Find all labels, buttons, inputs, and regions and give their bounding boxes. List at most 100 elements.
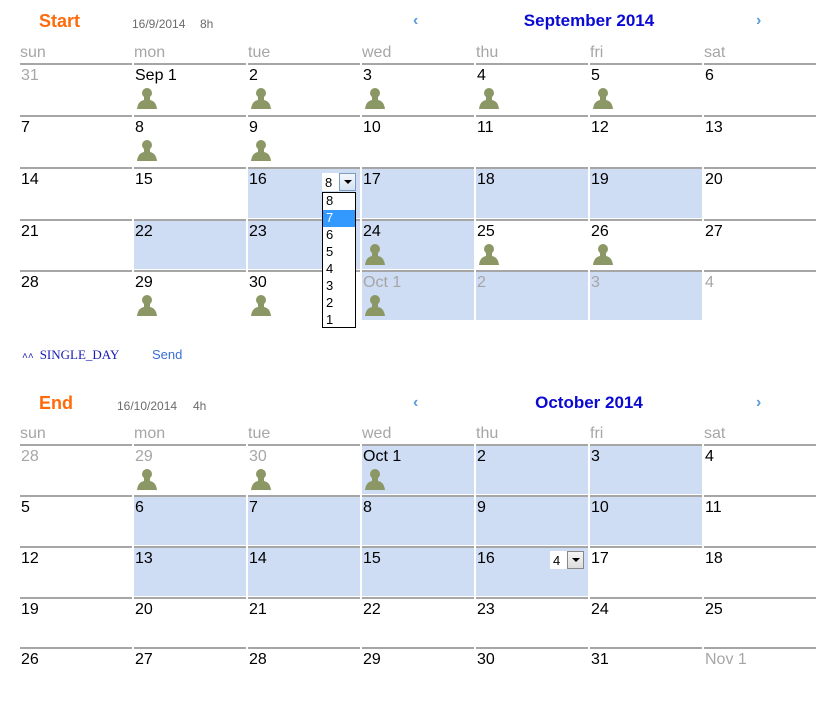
day-cell[interactable]: 3 <box>590 444 702 494</box>
day-cell[interactable]: 28 <box>20 444 132 494</box>
day-cell[interactable]: 28 <box>248 647 360 696</box>
day-cell[interactable]: 4 <box>704 444 816 494</box>
day-cell[interactable]: 13 <box>134 546 246 596</box>
day-cell[interactable]: 15 <box>362 546 474 596</box>
day-cell[interactable]: 5 <box>20 495 132 545</box>
day-cell[interactable]: 27 <box>134 647 246 696</box>
day-cell[interactable]: 27 <box>704 219 816 269</box>
day-cell[interactable]: 12 <box>20 546 132 596</box>
day-cell[interactable]: 29 <box>134 444 246 494</box>
day-cell[interactable]: 17 <box>362 167 474 218</box>
day-number: 30 <box>249 274 267 291</box>
day-cell[interactable]: 7 <box>248 495 360 545</box>
day-number: 9 <box>249 119 258 136</box>
day-cell[interactable]: 6 <box>134 495 246 545</box>
day-cell[interactable]: 30 <box>248 444 360 494</box>
day-cell[interactable]: 3 <box>362 63 474 114</box>
hours-option[interactable]: 1 <box>323 312 355 329</box>
day-cell[interactable]: 10 <box>590 495 702 545</box>
day-cell[interactable]: Nov 1 <box>704 647 816 696</box>
person-icon <box>136 87 158 109</box>
day-cell[interactable]: 4 <box>704 270 816 320</box>
day-cell[interactable]: 17 <box>590 546 702 596</box>
end-prev-month-button[interactable]: ‹ <box>413 394 418 412</box>
day-cell[interactable]: 2 <box>476 444 588 494</box>
day-cell[interactable]: 8 <box>362 495 474 545</box>
start-prev-month-button[interactable]: ‹ <box>413 12 418 30</box>
day-cell[interactable]: 11 <box>704 495 816 545</box>
day-cell[interactable]: 22 <box>134 219 246 269</box>
day-cell[interactable]: 2 <box>248 63 360 114</box>
day-number: 12 <box>591 119 609 136</box>
day-cell[interactable]: 6 <box>704 63 816 114</box>
weekday-header: fri <box>590 44 702 65</box>
day-cell[interactable]: 24 <box>362 219 474 269</box>
day-cell[interactable]: 7 <box>20 115 132 166</box>
hours-option[interactable]: 4 <box>323 261 355 278</box>
end-month-title: October 2014 <box>535 393 643 412</box>
day-cell[interactable]: 20 <box>134 597 246 646</box>
day-cell[interactable]: 29 <box>134 270 246 320</box>
weekday-header: tue <box>248 425 360 446</box>
day-cell[interactable]: 26 <box>590 219 702 269</box>
day-number: 8 <box>363 499 372 516</box>
day-cell[interactable]: 30 <box>476 647 588 696</box>
day-cell[interactable]: 9 <box>476 495 588 545</box>
hours-option[interactable]: 8 <box>323 193 355 210</box>
day-cell[interactable]: 9 <box>248 115 360 166</box>
day-cell[interactable]: 8 <box>134 115 246 166</box>
end-hours-select[interactable]: 4 <box>550 551 584 569</box>
start-hours: 8h <box>200 17 214 31</box>
day-cell[interactable]: 23 <box>476 597 588 646</box>
day-cell[interactable]: 22 <box>362 597 474 646</box>
day-cell[interactable]: 28 <box>20 270 132 320</box>
hours-option[interactable]: 5 <box>323 244 355 261</box>
day-cell[interactable]: 3 <box>590 270 702 320</box>
day-cell[interactable]: 20 <box>704 167 816 218</box>
send-link[interactable]: Send <box>152 347 182 362</box>
day-cell[interactable]: 29 <box>362 647 474 696</box>
day-cell[interactable]: 14 <box>20 167 132 218</box>
day-cell[interactable]: 31 <box>590 647 702 696</box>
dropdown-arrow-icon[interactable] <box>567 551 584 569</box>
day-cell[interactable]: Oct 1 <box>362 444 474 494</box>
day-cell[interactable]: 31 <box>20 63 132 114</box>
day-cell[interactable]: 5 <box>590 63 702 114</box>
day-cell[interactable]: 14 <box>248 546 360 596</box>
day-cell[interactable]: 18 <box>704 546 816 596</box>
day-cell[interactable]: 25 <box>704 597 816 646</box>
day-number: 24 <box>363 223 381 240</box>
person-icon <box>364 294 386 316</box>
day-number: 29 <box>135 274 153 291</box>
day-cell[interactable]: 10 <box>362 115 474 166</box>
dropdown-arrow-icon[interactable] <box>339 173 356 191</box>
day-cell[interactable]: 15 <box>134 167 246 218</box>
hours-option[interactable]: 3 <box>323 278 355 295</box>
day-cell[interactable]: 12 <box>590 115 702 166</box>
hours-option[interactable]: 7 <box>323 210 355 227</box>
day-cell[interactable]: 19 <box>590 167 702 218</box>
day-cell[interactable]: 21 <box>248 597 360 646</box>
day-cell[interactable]: 18 <box>476 167 588 218</box>
day-cell[interactable]: Sep 1 <box>134 63 246 114</box>
end-next-month-button[interactable]: › <box>756 394 761 412</box>
day-number: 5 <box>21 499 30 516</box>
hours-option[interactable]: 6 <box>323 227 355 244</box>
hours-option[interactable]: 2 <box>323 295 355 312</box>
person-icon <box>364 468 386 490</box>
day-cell[interactable]: 4 <box>476 63 588 114</box>
start-next-month-button[interactable]: › <box>756 12 761 30</box>
person-icon <box>364 243 386 265</box>
day-cell[interactable]: 11 <box>476 115 588 166</box>
day-cell[interactable]: Oct 1 <box>362 270 474 320</box>
day-cell[interactable]: 21 <box>20 219 132 269</box>
day-cell[interactable]: 19 <box>20 597 132 646</box>
start-hours-select[interactable]: 8 <box>322 173 356 191</box>
single-day-toggle[interactable]: ˄˄ SINGLE_DAY <box>22 346 119 364</box>
day-number: 14 <box>21 171 39 188</box>
day-cell[interactable]: 24 <box>590 597 702 646</box>
day-cell[interactable]: 2 <box>476 270 588 320</box>
day-cell[interactable]: 25 <box>476 219 588 269</box>
day-cell[interactable]: 26 <box>20 647 132 696</box>
day-cell[interactable]: 13 <box>704 115 816 166</box>
